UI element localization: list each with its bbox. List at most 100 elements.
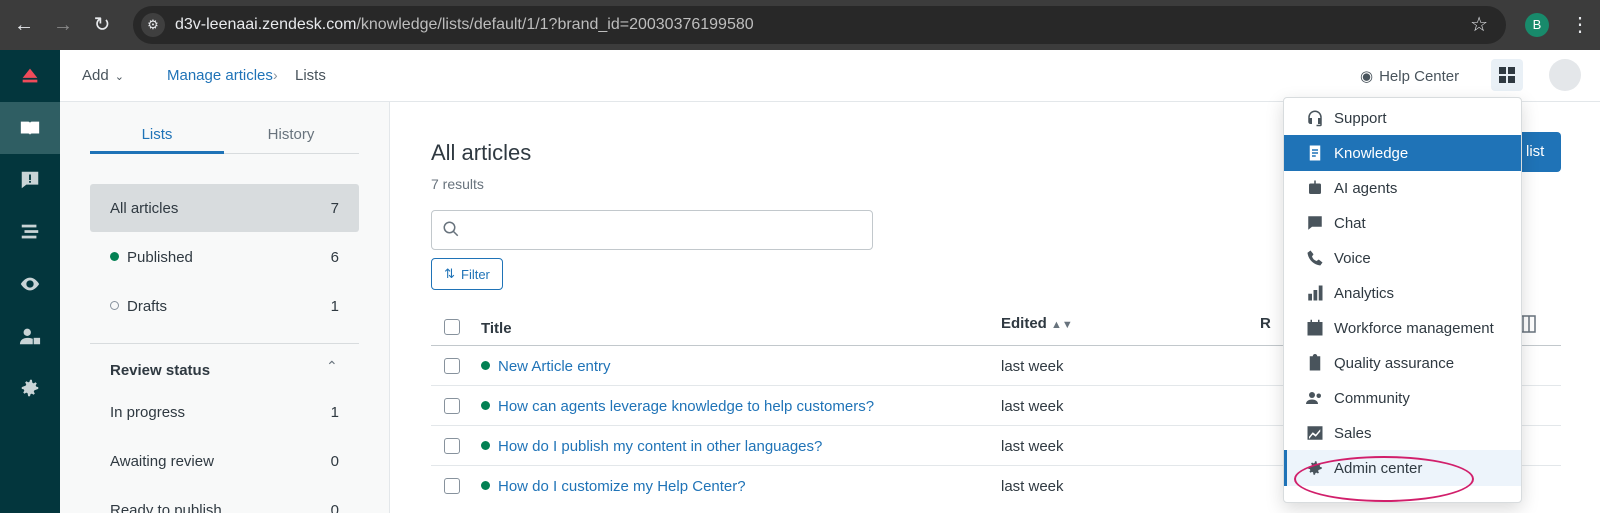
row-checkbox[interactable] xyxy=(444,478,460,494)
published-status-dot xyxy=(481,441,490,450)
menu-item-voice[interactable]: Voice xyxy=(1284,240,1521,276)
clipboard-check-icon xyxy=(1309,354,1321,371)
edited-date: last week xyxy=(1001,478,1064,495)
user-avatar[interactable] xyxy=(1549,59,1581,91)
article-title-link[interactable]: How do I customize my Help Center? xyxy=(498,478,746,495)
browser-toolbar: ← → ↻ ⚙ d3v-leenaai.zendesk.com/knowledg… xyxy=(0,0,1600,50)
browser-profile-avatar[interactable]: B xyxy=(1525,13,1549,37)
sidebar-divider xyxy=(90,343,359,344)
breadcrumb-manage-articles[interactable]: Manage articles xyxy=(167,67,273,84)
product-sidebar xyxy=(0,50,60,513)
bookmark-star-icon[interactable]: ☆ xyxy=(1470,12,1488,37)
chevron-up-icon[interactable]: ⌃ xyxy=(326,358,338,375)
headset-icon xyxy=(1308,110,1322,127)
grid-icon xyxy=(1499,67,1515,83)
sliders-icon: ⇅ xyxy=(444,266,455,281)
app-header: Add ⌄ Manage articles › Lists ◉ Help Cente… xyxy=(60,50,1600,102)
menu-item-knowledge[interactable]: Knowledge xyxy=(1284,135,1521,171)
trend-icon xyxy=(1307,426,1323,440)
user-lock-icon xyxy=(19,328,41,345)
alert-icon xyxy=(21,171,39,189)
review-status-heading: Review status xyxy=(110,362,211,379)
edited-date: last week xyxy=(1001,438,1064,455)
url-text[interactable]: d3v-leenaai.zendesk.com/knowledge/lists/… xyxy=(175,16,754,34)
list-published[interactable]: Published 6 xyxy=(90,233,359,281)
add-menu-button[interactable]: Add ⌄ xyxy=(82,67,124,84)
list-count: 7 xyxy=(330,200,339,217)
column-title[interactable]: Title xyxy=(481,320,512,337)
filter-button[interactable]: ⇅ Filter xyxy=(431,258,503,290)
edited-date: last week xyxy=(1001,358,1064,375)
back-arrow-icon[interactable]: ← xyxy=(11,12,37,38)
menu-item-community[interactable]: Community xyxy=(1284,380,1521,416)
menu-item-sales[interactable]: Sales xyxy=(1284,415,1521,451)
menu-item-support[interactable]: Support xyxy=(1284,100,1521,136)
sort-icon: ▲▼ xyxy=(1051,319,1073,331)
tab-lists[interactable]: Lists xyxy=(90,126,224,154)
list-label: In progress xyxy=(110,404,186,421)
list-count: 0 xyxy=(330,453,339,470)
article-title-link[interactable]: New Article entry xyxy=(498,358,611,375)
row-checkbox[interactable] xyxy=(444,438,460,454)
list-count: 0 xyxy=(330,502,339,513)
nav-view[interactable] xyxy=(0,258,60,310)
breadcrumb-separator-icon: › xyxy=(273,67,278,83)
list-label: All articles xyxy=(110,200,179,217)
row-checkbox[interactable] xyxy=(444,398,460,414)
list-label: Ready to publish xyxy=(110,502,222,513)
menu-item-quality-assurance[interactable]: Quality assurance xyxy=(1284,345,1521,381)
article-title-link[interactable]: How can agents leverage knowledge to hel… xyxy=(498,398,874,415)
column-r[interactable]: R xyxy=(1260,315,1271,332)
menu-item-chat[interactable]: Chat xyxy=(1284,205,1521,241)
select-all-checkbox[interactable] xyxy=(444,319,460,335)
chevron-down-icon: ⌄ xyxy=(114,71,124,83)
breadcrumb-current: Lists xyxy=(295,67,326,84)
menu-item-analytics[interactable]: Analytics xyxy=(1284,275,1521,311)
forward-arrow-icon[interactable]: → xyxy=(50,12,76,38)
calendar-icon xyxy=(1307,319,1323,336)
product-switcher-button[interactable] xyxy=(1491,59,1523,91)
browser-menu-icon[interactable]: ⋮ xyxy=(1570,12,1590,37)
list-ready-to-publish[interactable]: Ready to publish 0 xyxy=(90,486,359,513)
search-input[interactable] xyxy=(431,210,873,250)
list-count: 1 xyxy=(330,298,339,315)
lists-sidebar: Lists History All articles 7 Published 6… xyxy=(60,102,390,513)
gear-icon xyxy=(21,379,39,397)
list-count: 1 xyxy=(330,404,339,421)
nav-user-permissions[interactable] xyxy=(0,310,60,362)
published-status-dot xyxy=(481,401,490,410)
zendesk-logo-icon xyxy=(22,68,38,83)
nav-settings[interactable] xyxy=(0,362,60,414)
page-title: All articles xyxy=(431,140,532,165)
list-label: Published xyxy=(127,249,193,266)
list-label: Drafts xyxy=(127,298,168,315)
product-switcher-menu: Support Knowledge AI agents Chat Voice A… xyxy=(1283,97,1522,503)
highlight-annotation-ring xyxy=(1294,456,1474,502)
bar-chart-icon xyxy=(1308,285,1323,301)
published-status-dot xyxy=(110,252,119,261)
nav-alerts[interactable] xyxy=(0,154,60,206)
zendesk-logo[interactable] xyxy=(0,50,60,102)
column-edited[interactable]: Edited ▲▼ xyxy=(1001,315,1073,332)
row-checkbox[interactable] xyxy=(444,358,460,374)
search-icon xyxy=(443,221,459,237)
menu-item-workforce-management[interactable]: Workforce management xyxy=(1284,310,1521,346)
reload-icon[interactable]: ↻ xyxy=(89,12,115,38)
help-center-link[interactable]: ◉ Help Center xyxy=(1360,67,1459,85)
list-all-articles[interactable]: All articles 7 xyxy=(90,184,359,232)
nav-arrange[interactable] xyxy=(0,206,60,258)
list-drafts[interactable]: Drafts 1 xyxy=(90,282,359,330)
eye-icon xyxy=(20,277,40,291)
menu-item-ai-agents[interactable]: AI agents xyxy=(1284,170,1521,206)
tab-history[interactable]: History xyxy=(224,126,358,151)
article-title-link[interactable]: How do I publish my content in other lan… xyxy=(498,438,822,455)
chat-icon xyxy=(1308,216,1322,230)
nav-knowledge[interactable] xyxy=(0,102,60,154)
list-in-progress[interactable]: In progress 1 xyxy=(90,388,359,436)
list-count: 6 xyxy=(330,249,339,266)
site-settings-icon[interactable]: ⚙ xyxy=(141,13,165,37)
list-awaiting-review[interactable]: Awaiting review 0 xyxy=(90,437,359,485)
sidebar-tabs: Lists History xyxy=(90,126,359,154)
open-book-icon xyxy=(20,121,40,136)
address-bar[interactable]: ⚙ d3v-leenaai.zendesk.com/knowledge/list… xyxy=(133,6,1506,44)
